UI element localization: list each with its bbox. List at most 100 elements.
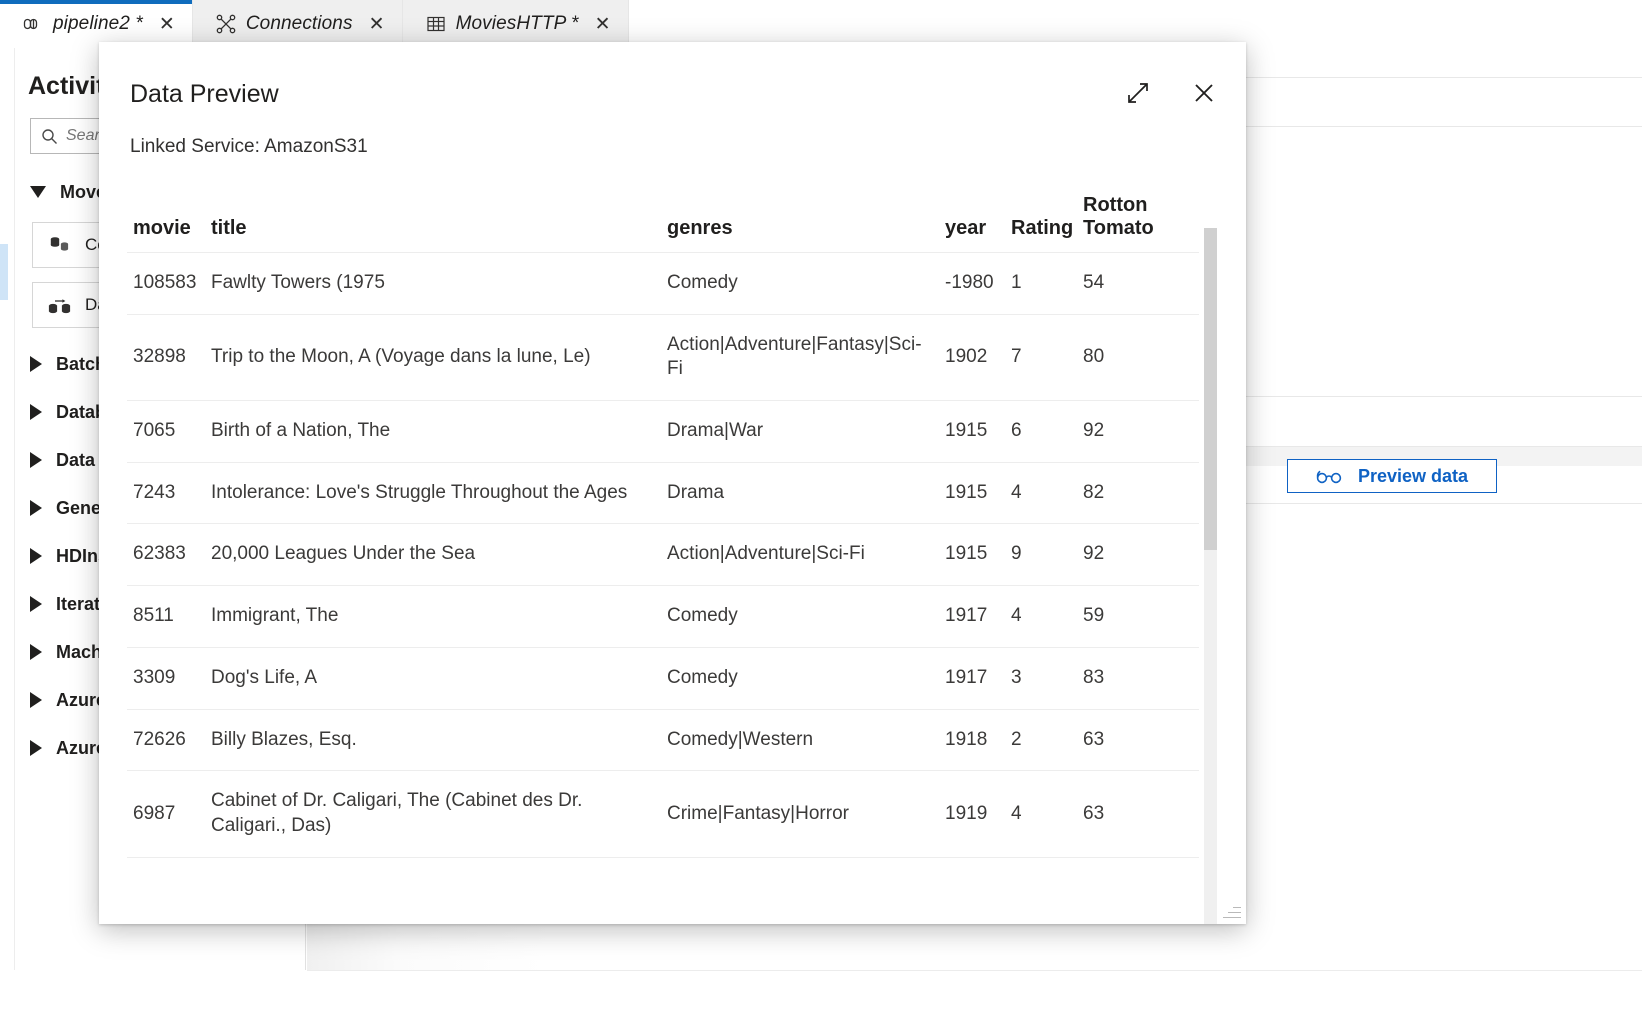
cell-year: 1902 [939, 314, 1005, 402]
application-root: pipeline2 * ✕ Connections ✕ MoviesHTTP *… [0, 0, 1642, 1028]
table-body: 108583 Fawlty Towers (1975 Comedy -1980 … [127, 252, 1199, 858]
editor-tab-strip: pipeline2 * ✕ Connections ✕ MoviesHTTP *… [0, 0, 660, 48]
table-row[interactable]: 108583 Fawlty Towers (1975 Comedy -1980 … [127, 252, 1199, 315]
column-header-rotton-tomato[interactable]: Rotton Tomato [1077, 186, 1199, 253]
expand-diagonal-icon [1125, 80, 1151, 109]
tab-label: MoviesHTTP * [455, 13, 579, 34]
cell-year: 1915 [939, 462, 1005, 525]
vertical-scrollbar[interactable] [1204, 228, 1217, 924]
cell-rotton-tomato: 63 [1077, 709, 1199, 772]
cell-genres: Drama [661, 462, 939, 525]
table-row[interactable]: 32898 Trip to the Moon, A (Voyage dans l… [127, 314, 1199, 402]
cell-genres: Comedy [661, 647, 939, 710]
cell-year: 1917 [939, 647, 1005, 710]
tab-moviesHTTP[interactable]: MoviesHTTP * ✕ [402, 0, 629, 48]
data-flow-icon [47, 294, 73, 316]
close-icon [1191, 80, 1217, 109]
cell-title: 20,000 Leagues Under the Sea [205, 523, 661, 587]
chevron-right-icon[interactable] [30, 356, 42, 372]
cell-rating: 1 [1005, 252, 1077, 315]
cell-movie: 72626 [127, 709, 205, 772]
cell-genres: Action|Adventure|Sci-Fi [661, 523, 939, 587]
expand-button[interactable] [1118, 74, 1158, 114]
cell-rating: 4 [1005, 770, 1077, 858]
cell-rotton-tomato: 82 [1077, 462, 1199, 525]
cell-title: Fawlty Towers (1975 [205, 252, 661, 315]
bottom-bar [307, 970, 1642, 1028]
table-row[interactable]: 7065 Birth of a Nation, The Drama|War 19… [127, 400, 1199, 463]
tab-connections[interactable]: Connections ✕ [192, 0, 403, 48]
cell-genres: Action|Adventure|Fantasy|Sci-Fi [661, 314, 939, 402]
cell-rotton-tomato: 92 [1077, 400, 1199, 463]
tab-label: Connections [245, 13, 353, 34]
chevron-right-icon[interactable] [30, 548, 42, 564]
search-icon [41, 128, 58, 145]
cell-rating: 4 [1005, 585, 1077, 648]
cell-rating: 7 [1005, 314, 1077, 402]
preview-table-container[interactable]: movie title genres year Rating Rotton To… [127, 186, 1212, 900]
scrollbar-thumb[interactable] [1204, 228, 1217, 550]
chevron-down-icon[interactable] [30, 186, 46, 198]
cell-genres: Crime|Fantasy|Horror [661, 770, 939, 858]
data-preview-dialog: Data Preview Linked Service: AmazonS31 m… [99, 42, 1246, 924]
chevron-right-icon[interactable] [30, 644, 42, 660]
cell-title: Intolerance: Love's Struggle Throughout … [205, 462, 661, 525]
cell-movie: 7243 [127, 462, 205, 525]
cell-movie: 7065 [127, 400, 205, 463]
chevron-right-icon[interactable] [30, 596, 42, 612]
table-row[interactable]: 7243 Intolerance: Love's Struggle Throug… [127, 462, 1199, 525]
dialog-title: Data Preview [130, 80, 279, 108]
tab-label: pipeline2 * [53, 13, 143, 34]
table-row[interactable]: 62383 20,000 Leagues Under the Sea Actio… [127, 523, 1199, 587]
data-preview-table: movie title genres year Rating Rotton To… [127, 186, 1199, 858]
table-icon [425, 13, 447, 35]
connections-icon [215, 13, 237, 35]
close-icon[interactable]: ✕ [592, 13, 614, 35]
chevron-right-icon[interactable] [30, 452, 42, 468]
cell-genres: Comedy|Western [661, 709, 939, 772]
selection-indicator [0, 244, 8, 300]
table-row[interactable]: 72626 Billy Blazes, Esq. Comedy|Western … [127, 709, 1199, 772]
cell-year: 1918 [939, 709, 1005, 772]
cell-title: Dog's Life, A [205, 647, 661, 710]
cell-rotton-tomato: 83 [1077, 647, 1199, 710]
cell-title: Birth of a Nation, The [205, 400, 661, 463]
close-icon[interactable]: ✕ [366, 13, 388, 35]
cell-year: 1915 [939, 523, 1005, 587]
pipeline-icon [22, 13, 44, 35]
cell-title: Billy Blazes, Esq. [205, 709, 661, 772]
cell-year: 1917 [939, 585, 1005, 648]
cell-movie: 3309 [127, 647, 205, 710]
cell-movie: 32898 [127, 314, 205, 402]
column-header-rating[interactable]: Rating [1005, 186, 1077, 253]
table-row[interactable]: 3309 Dog's Life, A Comedy 1917 3 83 [127, 647, 1199, 710]
chevron-right-icon[interactable] [30, 500, 42, 516]
cell-year: 1915 [939, 400, 1005, 463]
cell-rating: 9 [1005, 523, 1077, 587]
glasses-icon [1316, 469, 1342, 484]
cell-year: 1919 [939, 770, 1005, 858]
cell-genres: Comedy [661, 585, 939, 648]
linked-service-label: Linked Service: AmazonS31 [130, 136, 368, 157]
column-header-movie[interactable]: movie [127, 186, 205, 253]
close-icon[interactable]: ✕ [156, 13, 178, 35]
tab-pipeline2[interactable]: pipeline2 * ✕ [0, 0, 193, 48]
copy-data-icon [47, 234, 73, 256]
cell-genres: Comedy [661, 252, 939, 315]
chevron-right-icon[interactable] [30, 692, 42, 708]
column-header-year[interactable]: year [939, 186, 1005, 253]
preview-data-label: Preview data [1357, 465, 1469, 486]
cell-movie: 6987 [127, 770, 205, 858]
resize-handle[interactable] [1221, 899, 1243, 921]
cell-movie: 8511 [127, 585, 205, 648]
cell-title: Immigrant, The [205, 585, 661, 648]
cell-rating: 6 [1005, 400, 1077, 463]
chevron-right-icon[interactable] [30, 404, 42, 420]
preview-data-button[interactable]: Preview data [1287, 459, 1497, 493]
table-row[interactable]: 6987 Cabinet of Dr. Caligari, The (Cabin… [127, 770, 1199, 858]
close-button[interactable] [1184, 74, 1224, 114]
table-row[interactable]: 8511 Immigrant, The Comedy 1917 4 59 [127, 585, 1199, 648]
chevron-right-icon[interactable] [30, 740, 42, 756]
column-header-title[interactable]: title [205, 186, 661, 253]
column-header-genres[interactable]: genres [661, 186, 939, 253]
